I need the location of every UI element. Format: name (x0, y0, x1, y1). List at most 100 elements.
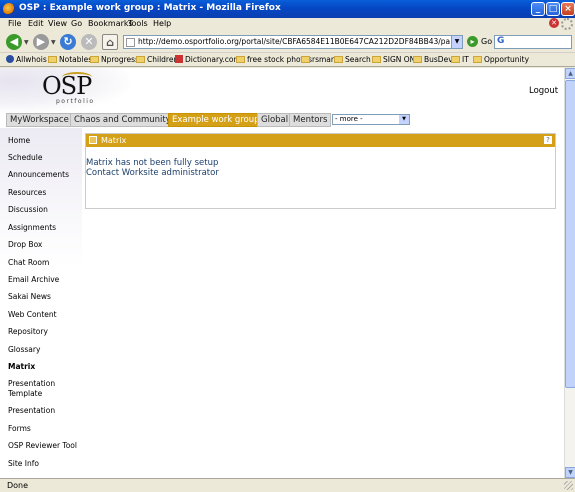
firefox-icon (3, 3, 15, 15)
menu-bar: File Edit View Go Bookmarks Tools Help ✕ (0, 18, 575, 31)
minimize-button[interactable]: _ (531, 2, 545, 16)
status-text: Done (7, 481, 29, 490)
stop-loading-icon: ✕ (549, 18, 559, 28)
address-bar[interactable]: http://demo.osportfolio.org/portal/site/… (123, 35, 463, 49)
window-title: OSP : Example work group : Matrix - Mozi… (19, 3, 281, 13)
tab-example-work-group[interactable]: Example work group (168, 113, 264, 127)
tool-presentation-template[interactable]: Presentation Template (8, 379, 82, 399)
tool-resources[interactable]: Resources (8, 188, 82, 198)
tool-web-content[interactable]: Web Content (8, 310, 82, 320)
tab-mentors[interactable]: Mentors (289, 113, 332, 127)
help-icon[interactable]: ? (544, 136, 552, 144)
bookmark-folder[interactable]: SIGN ON (372, 55, 415, 64)
tool-glossary[interactable]: Glossary (8, 345, 82, 355)
menu-help[interactable]: Help (153, 19, 171, 28)
scroll-down-icon[interactable]: ▼ (565, 467, 575, 478)
bookmark-folder[interactable]: Opportunity (473, 55, 529, 64)
logo-subtext: portfolio (56, 98, 95, 105)
resize-grip-icon[interactable] (564, 481, 573, 490)
folder-icon (48, 56, 57, 63)
dictionary-icon (175, 55, 183, 63)
folder-icon (451, 56, 460, 63)
tool-repository[interactable]: Repository (8, 327, 82, 337)
portlet-title: Matrix (101, 136, 127, 145)
bookmark-item[interactable]: Allwhois (6, 55, 47, 64)
go-icon[interactable]: ▸ (467, 36, 478, 47)
menu-tools[interactable]: Tools (128, 19, 148, 28)
bookmark-folder[interactable]: Nprogress (90, 55, 139, 64)
tool-schedule[interactable]: Schedule (8, 153, 82, 163)
tool-icon (89, 136, 97, 144)
status-message: Contact Worksite administrator (86, 168, 219, 178)
bookmark-folder[interactable]: rsmart (301, 55, 337, 64)
folder-icon (473, 56, 482, 63)
tab-global[interactable]: Global (257, 113, 293, 127)
bookmark-folder[interactable]: Notables (48, 55, 92, 64)
tool-forms[interactable]: Forms (8, 424, 82, 434)
activity-throbber-icon (561, 18, 573, 30)
folder-icon (372, 56, 381, 63)
chevron-down-icon: ▼ (399, 115, 409, 124)
search-input[interactable]: G (494, 35, 572, 49)
tool-site-info[interactable]: Site Info (8, 459, 82, 469)
vertical-scrollbar[interactable]: ▲ ▼ (564, 68, 575, 478)
folder-icon (90, 56, 99, 63)
tool-drop-box[interactable]: Drop Box (8, 240, 82, 250)
status-message: Matrix has not been fully setup (86, 158, 219, 168)
logo-arc (62, 72, 92, 82)
forward-history-dropdown-icon[interactable]: ▼ (51, 39, 56, 46)
logout-link[interactable]: Logout (529, 86, 558, 96)
menu-bookmarks[interactable]: Bookmarks (88, 19, 133, 28)
menu-file[interactable]: File (8, 19, 21, 28)
tool-sakai-news[interactable]: Sakai News (8, 292, 82, 302)
osp-portfolio-logo[interactable]: OSP portfolio (42, 72, 93, 105)
status-bar: Done (0, 478, 575, 492)
address-dropdown-icon[interactable]: ▼ (451, 36, 462, 48)
tool-menu: Home Schedule Announcements Resources Di… (0, 128, 82, 478)
tool-email-archive[interactable]: Email Archive (8, 275, 82, 285)
address-url[interactable]: http://demo.osportfolio.org/portal/site/… (138, 37, 450, 46)
back-button[interactable]: ◀ (6, 34, 22, 50)
folder-icon (236, 56, 245, 63)
tab-chaos-and-community[interactable]: Chaos and Community (70, 113, 175, 127)
bookmarks-toolbar: Allwhois Notables Nprogress Children Dic… (0, 53, 575, 67)
bookmark-folder[interactable]: Search (334, 55, 371, 64)
close-button[interactable]: × (561, 2, 575, 16)
reload-button[interactable]: ↻ (60, 34, 76, 50)
tool-osp-reviewer-tool[interactable]: OSP Reviewer Tool (8, 441, 82, 451)
google-icon[interactable]: G (497, 36, 504, 46)
folder-icon (136, 56, 145, 63)
more-sites-select[interactable]: - more - ▼ (332, 114, 410, 125)
tool-assignments[interactable]: Assignments (8, 223, 82, 233)
tool-discussion[interactable]: Discussion (8, 205, 82, 215)
home-button[interactable]: ⌂ (102, 34, 118, 50)
folder-icon (334, 56, 343, 63)
scroll-up-icon[interactable]: ▲ (565, 68, 575, 79)
menu-edit[interactable]: Edit (28, 19, 44, 28)
menu-go[interactable]: Go (71, 19, 82, 28)
navigation-toolbar: ◀ ▼ ▶ ▼ ↻ ✕ ⌂ http://demo.osportfolio.or… (0, 31, 575, 53)
tool-matrix[interactable]: Matrix (8, 362, 82, 372)
globe-icon (6, 55, 14, 63)
forward-button[interactable]: ▶ (33, 34, 49, 50)
maximize-button[interactable]: □ (546, 2, 560, 16)
tab-myworkspace[interactable]: MyWorkspace (6, 113, 73, 127)
window-titlebar: OSP : Example work group : Matrix - Mozi… (0, 0, 575, 18)
tool-chat-room[interactable]: Chat Room (8, 258, 82, 268)
go-button[interactable]: Go (481, 37, 492, 46)
bookmark-item[interactable]: Dictionary.com (175, 55, 241, 64)
tool-presentation[interactable]: Presentation (8, 406, 82, 416)
bookmark-folder[interactable]: IT (451, 55, 469, 64)
folder-icon (413, 56, 422, 63)
matrix-portlet: Matrix ? Matrix has not been fully setup… (85, 133, 556, 209)
scrollbar-thumb[interactable] (565, 80, 575, 388)
folder-icon (301, 56, 310, 63)
tool-announcements[interactable]: Announcements (8, 170, 82, 180)
back-history-dropdown-icon[interactable]: ▼ (24, 39, 29, 46)
menu-view[interactable]: View (48, 19, 67, 28)
stop-button[interactable]: ✕ (81, 34, 97, 50)
bookmark-folder[interactable]: BusDev (413, 55, 453, 64)
tool-home[interactable]: Home (8, 136, 82, 146)
bookmark-folder[interactable]: Children (136, 55, 178, 64)
portlet-title-bar: Matrix ? (86, 134, 555, 147)
